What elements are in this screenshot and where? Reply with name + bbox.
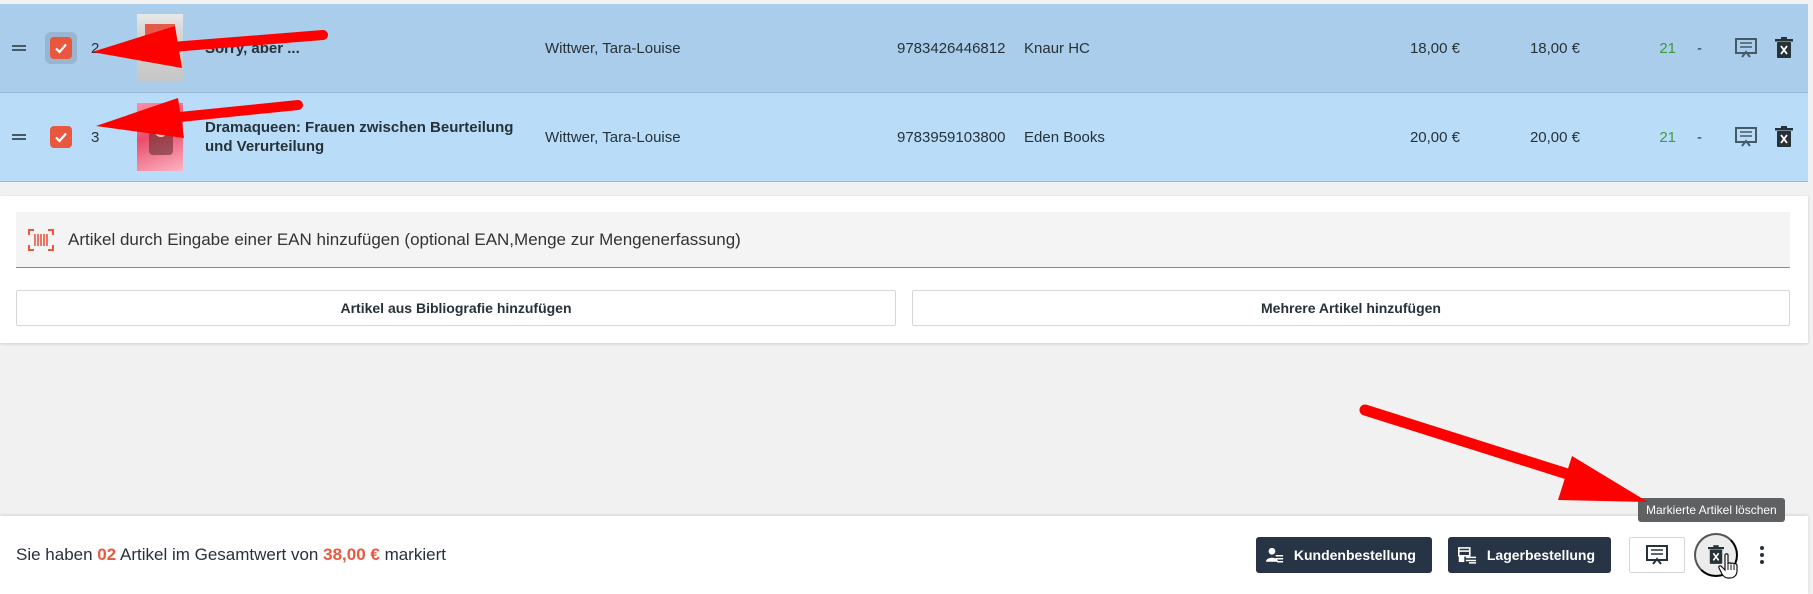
ean-input[interactable] — [68, 229, 968, 250]
ean-input-field[interactable] — [16, 212, 1790, 268]
position-number: 2 — [91, 39, 100, 57]
note-icon[interactable] — [1735, 93, 1757, 181]
selected-total: 38,00 € — [323, 545, 380, 564]
note-button[interactable] — [1629, 537, 1685, 573]
add-multiple-articles-button[interactable]: Mehrere Artikel hinzufügen — [912, 290, 1790, 326]
more-vertical-icon[interactable] — [1752, 538, 1772, 572]
position-number: 3 — [91, 128, 100, 146]
customer-order-label: Kundenbestellung — [1293, 547, 1416, 563]
table-row[interactable]: 2 Sorry, aber ... Wittwer, Tara-Louise 9… — [0, 4, 1808, 93]
drag-handle-icon[interactable] — [12, 4, 28, 92]
article-author: Wittwer, Tara-Louise — [545, 128, 681, 146]
customer-order-button[interactable]: Kundenbestellung — [1256, 537, 1432, 573]
article-price-single: 20,00 € — [1409, 128, 1460, 146]
article-title: Sorry, aber ... — [205, 39, 300, 57]
row-checkbox[interactable] — [44, 4, 78, 92]
article-price-single: 18,00 € — [1409, 39, 1460, 57]
summary-text: Artikel im Gesamtwert von — [116, 545, 324, 564]
hand-cursor-icon — [1718, 553, 1738, 579]
annotation-arrow — [1359, 404, 1648, 502]
delete-tooltip: Markierte Artikel löschen — [1638, 498, 1785, 522]
checkmark-icon — [55, 43, 67, 54]
article-publisher: Eden Books — [1024, 128, 1105, 146]
customer-order-icon — [1266, 547, 1284, 563]
summary-text: markiert — [379, 545, 446, 564]
article-author: Wittwer, Tara-Louise — [545, 39, 681, 57]
drag-handle-icon[interactable] — [12, 93, 28, 181]
add-article-panel: Artikel aus Bibliografie hinzufügen Mehr… — [0, 196, 1808, 343]
summary-text: Sie haben — [16, 545, 98, 564]
cover-image — [136, 4, 184, 92]
selection-summary: Sie haben 02 Artikel im Gesamtwert von 3… — [16, 516, 446, 594]
selected-count: 02 — [97, 545, 117, 564]
article-stock: 21 — [1659, 128, 1676, 146]
article-ean: 9783959103800 — [897, 128, 1006, 146]
checkmark-icon — [55, 132, 67, 143]
delete-icon[interactable] — [1775, 4, 1797, 92]
article-stock: 21 — [1659, 39, 1676, 57]
cover-image — [136, 93, 184, 181]
add-from-bibliography-button[interactable]: Artikel aus Bibliografie hinzufügen — [16, 290, 896, 326]
article-publisher: Knaur HC — [1024, 39, 1090, 57]
article-price-total: 20,00 € — [1529, 128, 1580, 146]
article-dash: - — [1697, 39, 1702, 57]
note-icon — [1646, 545, 1668, 565]
stock-order-icon — [1458, 547, 1477, 564]
delete-icon[interactable] — [1775, 93, 1797, 181]
article-table: 2 Sorry, aber ... Wittwer, Tara-Louise 9… — [0, 4, 1808, 182]
barcode-icon — [28, 228, 54, 252]
stock-order-label: Lagerbestellung — [1486, 547, 1595, 563]
article-price-total: 18,00 € — [1529, 39, 1580, 57]
row-checkbox[interactable] — [44, 93, 78, 181]
table-row[interactable]: 3 Dramaqueen: Frauen zwischen Beurteilun… — [0, 93, 1808, 182]
note-icon[interactable] — [1735, 4, 1757, 92]
article-ean: 9783426446812 — [897, 39, 1006, 57]
stock-order-button[interactable]: Lagerbestellung — [1448, 537, 1611, 573]
article-title: Dramaqueen: Frauen zwischen Beurteilung … — [205, 119, 514, 155]
article-dash: - — [1697, 128, 1702, 146]
selection-footer: Sie haben 02 Artikel im Gesamtwert von 3… — [0, 516, 1808, 594]
